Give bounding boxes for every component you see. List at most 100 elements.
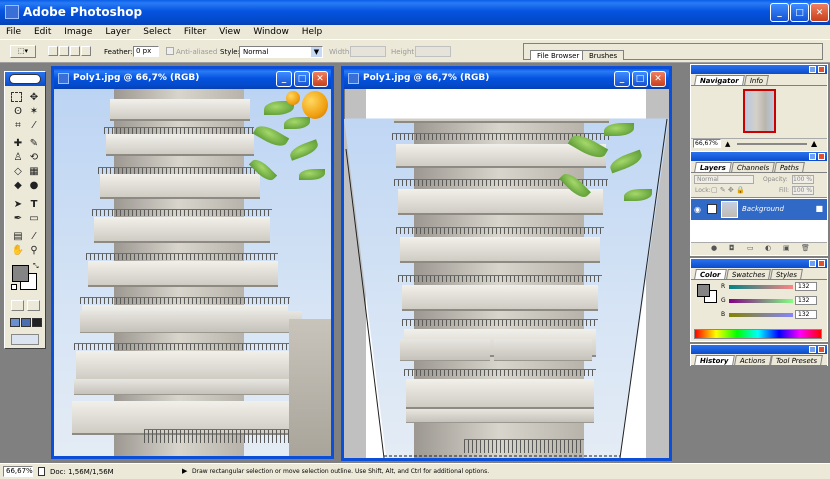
- history-brush-icon[interactable]: ⟲: [27, 151, 41, 164]
- b-slider[interactable]: [729, 313, 793, 317]
- type-tool-icon[interactable]: T: [27, 198, 41, 211]
- menu-file[interactable]: File: [6, 27, 21, 37]
- zoom-tool-icon[interactable]: ⚲: [27, 244, 41, 257]
- tab-navigator[interactable]: Navigator: [694, 75, 745, 85]
- feather-input[interactable]: 0 px: [133, 46, 159, 57]
- zoom-in-icon[interactable]: ▲: [811, 139, 817, 148]
- swap-colors-icon[interactable]: ⤡: [33, 262, 39, 271]
- close-icon[interactable]: [818, 66, 825, 73]
- subtract-selection-icon[interactable]: [70, 46, 80, 56]
- magic-wand-icon[interactable]: ✶: [27, 105, 41, 118]
- minimize-icon[interactable]: [809, 66, 816, 73]
- height-input[interactable]: [415, 46, 451, 57]
- new-selection-icon[interactable]: [48, 46, 58, 56]
- screen-mode-full-menu-icon[interactable]: [21, 318, 31, 327]
- lasso-tool-icon[interactable]: ʘ: [11, 105, 25, 118]
- antialiased-checkbox[interactable]: [166, 47, 174, 55]
- adjustment-layer-icon[interactable]: ◐: [765, 244, 771, 252]
- screen-mode-full-icon[interactable]: [32, 318, 42, 327]
- healing-brush-icon[interactable]: ✚: [11, 137, 25, 150]
- layer-set-icon[interactable]: ▭: [747, 244, 754, 252]
- close-icon[interactable]: ✕: [650, 71, 666, 87]
- layer-mask-icon[interactable]: ◘: [729, 244, 735, 252]
- notes-tool-icon[interactable]: ▤: [11, 230, 25, 243]
- standard-mode-icon[interactable]: [11, 300, 24, 311]
- clone-stamp-icon[interactable]: ♙: [11, 151, 25, 164]
- tab-info[interactable]: Info: [744, 75, 770, 85]
- document-2-canvas[interactable]: [344, 89, 669, 458]
- close-icon[interactable]: [818, 346, 825, 353]
- hand-tool-icon[interactable]: ✋: [11, 244, 25, 257]
- menu-help[interactable]: Help: [302, 27, 323, 37]
- path-select-icon[interactable]: ➤: [11, 198, 25, 211]
- slice-tool-icon[interactable]: ⁄: [27, 119, 41, 132]
- status-zoom[interactable]: 66,67%: [3, 466, 33, 477]
- tab-actions[interactable]: Actions: [733, 355, 772, 365]
- quick-mask-icon[interactable]: [27, 300, 40, 311]
- menu-view[interactable]: View: [219, 27, 240, 37]
- tab-layers[interactable]: Layers: [694, 162, 732, 172]
- tab-history[interactable]: History: [694, 355, 735, 365]
- tab-color[interactable]: Color: [694, 269, 727, 279]
- tab-file-browser[interactable]: File Browser: [530, 50, 587, 60]
- g-input[interactable]: 132: [795, 296, 817, 305]
- minimize-icon[interactable]: [809, 260, 816, 267]
- eraser-tool-icon[interactable]: ◇: [11, 165, 25, 178]
- close-icon[interactable]: ✕: [312, 71, 328, 87]
- tab-paths[interactable]: Paths: [774, 162, 806, 172]
- move-tool-icon[interactable]: ✥: [27, 91, 41, 104]
- document-1-canvas[interactable]: [54, 89, 331, 456]
- gradient-tool-icon[interactable]: ▦: [27, 165, 41, 178]
- tab-tool-presets[interactable]: Tool Presets: [770, 355, 824, 365]
- adobe-eye-icon[interactable]: [9, 74, 41, 84]
- blend-mode-select[interactable]: Normal: [694, 175, 754, 184]
- width-input[interactable]: [350, 46, 386, 57]
- tab-swatches[interactable]: Swatches: [725, 269, 771, 279]
- b-input[interactable]: 132: [795, 310, 817, 319]
- menu-edit[interactable]: Edit: [34, 27, 51, 37]
- brush-tool-icon[interactable]: ✎: [27, 137, 41, 150]
- minimize-icon[interactable]: _: [276, 71, 292, 87]
- trash-icon[interactable]: 🗑: [801, 244, 810, 252]
- default-colors-icon[interactable]: [11, 284, 17, 290]
- eye-icon[interactable]: ◉: [694, 205, 701, 214]
- minimize-icon[interactable]: [809, 153, 816, 160]
- new-layer-icon[interactable]: ▣: [783, 244, 790, 252]
- menu-select[interactable]: Select: [143, 27, 171, 37]
- menu-layer[interactable]: Layer: [105, 27, 130, 37]
- color-ramp[interactable]: [694, 329, 822, 339]
- status-arrow-icon[interactable]: ▶: [182, 467, 187, 475]
- close-icon[interactable]: [818, 153, 825, 160]
- layer-style-icon[interactable]: ●: [711, 244, 717, 252]
- tab-channels[interactable]: Channels: [731, 162, 776, 172]
- eyedropper-icon[interactable]: ⁄: [27, 230, 41, 243]
- fill-input[interactable]: 100 %: [792, 186, 814, 195]
- layer-row-background[interactable]: ◉ Background ■: [691, 199, 827, 220]
- fg-color-swatch[interactable]: [697, 284, 710, 297]
- add-selection-icon[interactable]: [59, 46, 69, 56]
- navigator-zoom-slider[interactable]: [737, 143, 807, 145]
- minimize-icon[interactable]: [809, 346, 816, 353]
- maximize-icon[interactable]: □: [632, 71, 648, 87]
- chevron-down-icon[interactable]: ▼: [311, 47, 322, 57]
- brush-link-icon[interactable]: [707, 204, 717, 214]
- menu-window[interactable]: Window: [253, 27, 289, 37]
- transform-outline[interactable]: [344, 89, 669, 458]
- tab-brushes[interactable]: Brushes: [582, 50, 625, 60]
- blur-tool-icon[interactable]: ◆: [11, 179, 25, 192]
- g-slider[interactable]: [729, 299, 793, 303]
- navigator-zoom-input[interactable]: 66,67%: [693, 139, 721, 148]
- foreground-color-swatch[interactable]: [12, 265, 29, 282]
- close-icon[interactable]: ✕: [810, 3, 829, 22]
- menu-image[interactable]: Image: [64, 27, 92, 37]
- style-select[interactable]: Normal ▼: [239, 46, 323, 58]
- marquee-tool-icon[interactable]: [11, 92, 22, 102]
- minimize-icon[interactable]: _: [770, 3, 789, 22]
- lock-icons[interactable]: ▢ ✎ ✥ 🔒: [711, 186, 745, 194]
- crop-tool-icon[interactable]: ⌗: [11, 119, 25, 132]
- menu-filter[interactable]: Filter: [184, 27, 206, 37]
- dodge-tool-icon[interactable]: ●: [27, 179, 41, 192]
- r-slider[interactable]: [729, 285, 793, 289]
- marquee-preset-icon[interactable]: ⬚▾: [10, 45, 36, 58]
- maximize-icon[interactable]: □: [294, 71, 310, 87]
